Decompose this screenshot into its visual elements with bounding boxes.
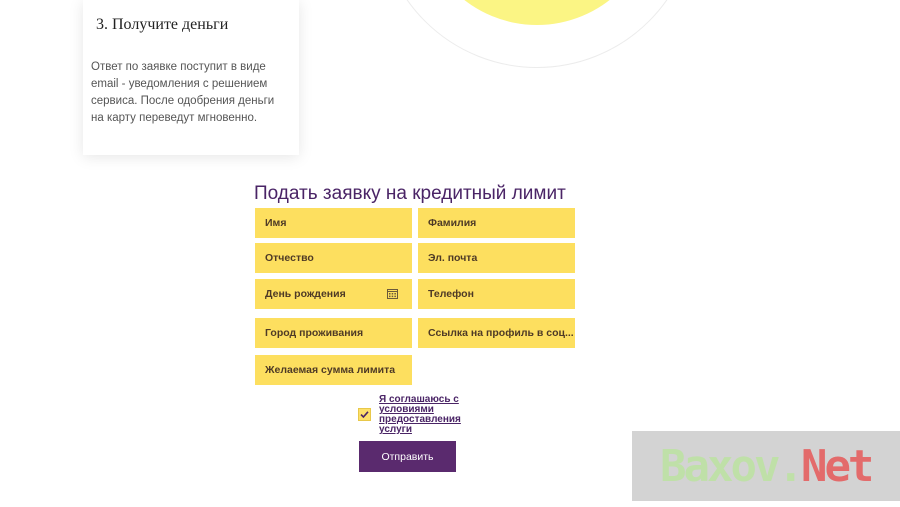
form-title: Подать заявку на кредитный лимит	[254, 183, 566, 204]
birthday-placeholder: День рождения	[265, 288, 346, 300]
first-name-field[interactable]: Имя	[255, 208, 412, 238]
consent-link[interactable]: Я соглашаюсь с условиями предоставления …	[379, 395, 469, 435]
decorative-circle-fill	[419, 0, 655, 25]
limit-amount-field[interactable]: Желаемая сумма лимита	[255, 355, 412, 385]
submit-button[interactable]: Отправить	[359, 441, 456, 472]
step-description: Ответ по заявке поступит в виде email - …	[91, 61, 275, 124]
limit-amount-placeholder: Желаемая сумма лимита	[265, 364, 396, 376]
email-placeholder: Эл. почта	[428, 252, 478, 264]
step-title: 3. Получите деньги	[96, 16, 229, 33]
patronymic-field[interactable]: Отчество	[255, 243, 412, 273]
city-placeholder: Город проживания	[265, 327, 364, 339]
city-field[interactable]: Город проживания	[255, 318, 412, 348]
decorative-circle	[378, 0, 696, 68]
watermark-part2: Net	[800, 441, 875, 492]
checkmark-icon	[360, 411, 369, 419]
first-name-placeholder: Имя	[265, 217, 287, 229]
step-card: 3. Получите деньги Ответ по заявке посту…	[83, 0, 299, 155]
social-link-field[interactable]: Ссылка на профиль в соц...	[418, 318, 575, 348]
phone-field[interactable]: Телефон	[418, 279, 575, 309]
patronymic-placeholder: Отчество	[265, 252, 314, 264]
birthday-field[interactable]: День рождения	[255, 279, 412, 309]
consent-checkbox[interactable]	[358, 408, 371, 421]
last-name-placeholder: Фамилия	[428, 217, 477, 229]
email-field[interactable]: Эл. почта	[418, 243, 575, 273]
social-link-placeholder: Ссылка на профиль в соц...	[428, 327, 574, 339]
calendar-icon[interactable]	[387, 288, 398, 299]
watermark-part1: Baxov.	[660, 441, 804, 492]
phone-placeholder: Телефон	[428, 288, 474, 300]
watermark-logo: Baxov.Net	[660, 441, 875, 493]
last-name-field[interactable]: Фамилия	[418, 208, 575, 238]
